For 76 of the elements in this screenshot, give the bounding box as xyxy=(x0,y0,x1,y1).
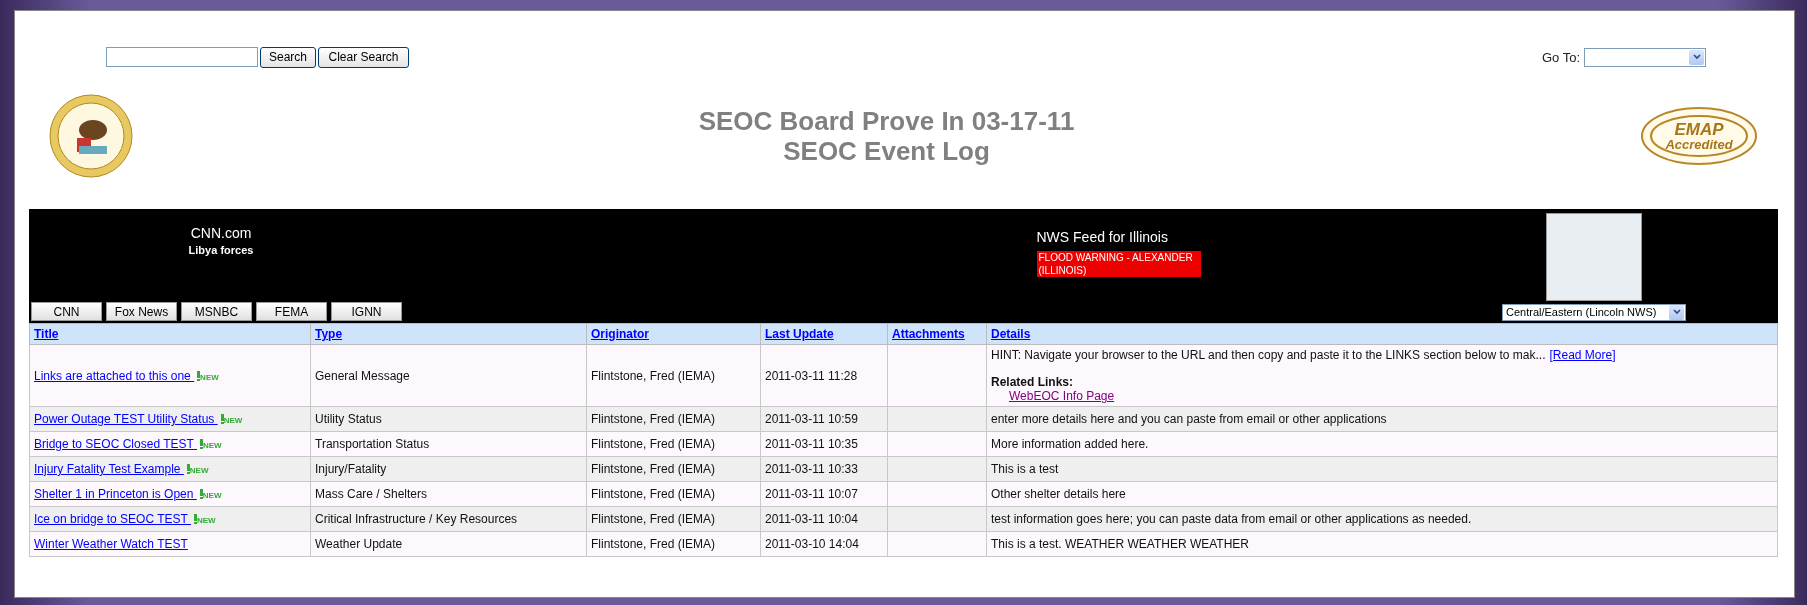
news-tab[interactable]: MSNBC xyxy=(181,302,252,321)
news-headline[interactable]: Libya forces xyxy=(188,244,254,256)
accreditation-logo: EMAP Accredited xyxy=(1640,106,1758,166)
originator-cell: Flintstone, Fred (IEMA) xyxy=(586,344,761,407)
search-button[interactable]: Search xyxy=(260,46,317,68)
event-title-link[interactable]: Links are attached to this one xyxy=(34,368,195,383)
type-cell: Utility Status xyxy=(310,406,587,432)
board-title: SEOC Board Prove In 03-17-11 xyxy=(698,106,1075,136)
state-seal-icon xyxy=(49,94,133,178)
details-text: enter more details here and you can paste from email or other applications xyxy=(991,412,1387,426)
exclamation-icon xyxy=(186,464,190,474)
sort-link[interactable]: Type xyxy=(315,327,343,341)
type-cell: Mass Care / Shelters xyxy=(310,481,587,507)
sort-link[interactable]: Title xyxy=(34,327,59,341)
type-cell: Injury/Fatality xyxy=(310,456,587,482)
originator-cell: Flintstone, Fred (IEMA) xyxy=(586,406,761,432)
exclamation-icon xyxy=(193,514,197,524)
nws-feed-title: NWS Feed for Illinois xyxy=(1036,229,1169,245)
new-label: NEW xyxy=(196,516,216,525)
news-tab[interactable]: IGNN xyxy=(331,302,402,321)
read-more-link[interactable]: [Read More] xyxy=(1549,348,1616,362)
date-cell: 2011-03-11 10:07 xyxy=(760,481,888,507)
type-cell: Weather Update xyxy=(310,531,587,557)
new-label: NEW xyxy=(200,372,219,382)
type-cell: Critical Infrastructure / Key Resources xyxy=(310,506,587,532)
originator-cell: Flintstone, Fred (IEMA) xyxy=(586,506,761,532)
related-link[interactable]: WebEOC Info Page xyxy=(1009,389,1115,403)
news-tab[interactable]: CNN xyxy=(31,302,102,321)
exclamation-icon xyxy=(197,370,201,381)
date-cell: 2011-03-11 10:04 xyxy=(760,506,888,532)
date-cell: 2011-03-10 14:04 xyxy=(760,531,888,557)
type-cell: Transportation Status xyxy=(310,431,587,457)
exclamation-icon xyxy=(199,439,203,449)
originator-cell: Flintstone, Fred (IEMA) xyxy=(586,431,761,457)
exclamation-icon xyxy=(220,414,224,424)
new-label: NEW xyxy=(202,491,222,500)
go-to-dropdown[interactable] xyxy=(1584,47,1706,67)
event-title-link[interactable]: Ice on bridge to SEOC TEST xyxy=(34,512,191,526)
event-title-link[interactable]: Injury Fatality Test Example xyxy=(34,462,184,476)
related-links-heading: Related Links: xyxy=(991,375,1075,389)
exclamation-icon xyxy=(199,489,203,499)
go-to-label: Go To: xyxy=(1541,49,1580,65)
date-cell: 2011-03-11 11:28 xyxy=(760,344,888,407)
details-text: More information added here. xyxy=(991,437,1149,451)
news-tab[interactable]: Fox News xyxy=(106,302,177,321)
new-label: NEW xyxy=(202,441,222,450)
event-title-link[interactable]: Power Outage TEST Utility Status xyxy=(34,412,218,426)
originator-cell: Flintstone, Fred (IEMA) xyxy=(586,481,761,507)
details-text: This is a test xyxy=(991,462,1059,476)
clear-search-button[interactable]: Clear Search xyxy=(318,46,410,68)
originator-cell: Flintstone, Fred (IEMA) xyxy=(586,531,761,557)
sort-link[interactable]: Details xyxy=(991,327,1031,341)
originator-cell: Flintstone, Fred (IEMA) xyxy=(586,456,761,482)
details-text: test information goes here; you can paste data from email or other applications as needed. xyxy=(991,512,1472,526)
details-text: HINT: Navigate your browser to the URL and then copy and paste it to the LINKS section below to mak... xyxy=(991,348,1546,362)
flood-warning-alert[interactable]: FLOOD WARNING - ALEXANDER (ILLINOIS) xyxy=(1036,251,1201,277)
event-title-link[interactable]: Shelter 1 in Princeton is Open xyxy=(34,487,197,501)
sort-link[interactable]: Last Update xyxy=(765,327,834,341)
date-cell: 2011-03-11 10:33 xyxy=(760,456,888,482)
sort-link[interactable]: Originator xyxy=(591,327,649,341)
news-source: CNN.com xyxy=(190,225,252,241)
caret-icon xyxy=(1692,54,1701,60)
nws-office-dropdown[interactable]: Central/Eastern (Lincoln NWS) xyxy=(1502,303,1686,321)
board-subtitle: SEOC Event Log xyxy=(783,136,990,166)
sort-link[interactable]: Attachments xyxy=(892,327,965,341)
new-label: NEW xyxy=(189,466,209,475)
new-label: NEW xyxy=(223,416,243,425)
caret-icon xyxy=(1672,309,1681,316)
news-tab[interactable]: FEMA xyxy=(256,302,327,321)
details-text: This is a test. WEATHER WEATHER WEATHER xyxy=(991,537,1250,551)
type-cell: General Message xyxy=(310,344,587,407)
date-cell: 2011-03-11 10:59 xyxy=(760,406,888,432)
details-text: Other shelter details here xyxy=(991,487,1126,501)
event-title-link[interactable]: Bridge to SEOC Closed TEST xyxy=(34,437,197,451)
date-cell: 2011-03-11 10:35 xyxy=(760,431,888,457)
search-field[interactable] xyxy=(106,47,258,67)
